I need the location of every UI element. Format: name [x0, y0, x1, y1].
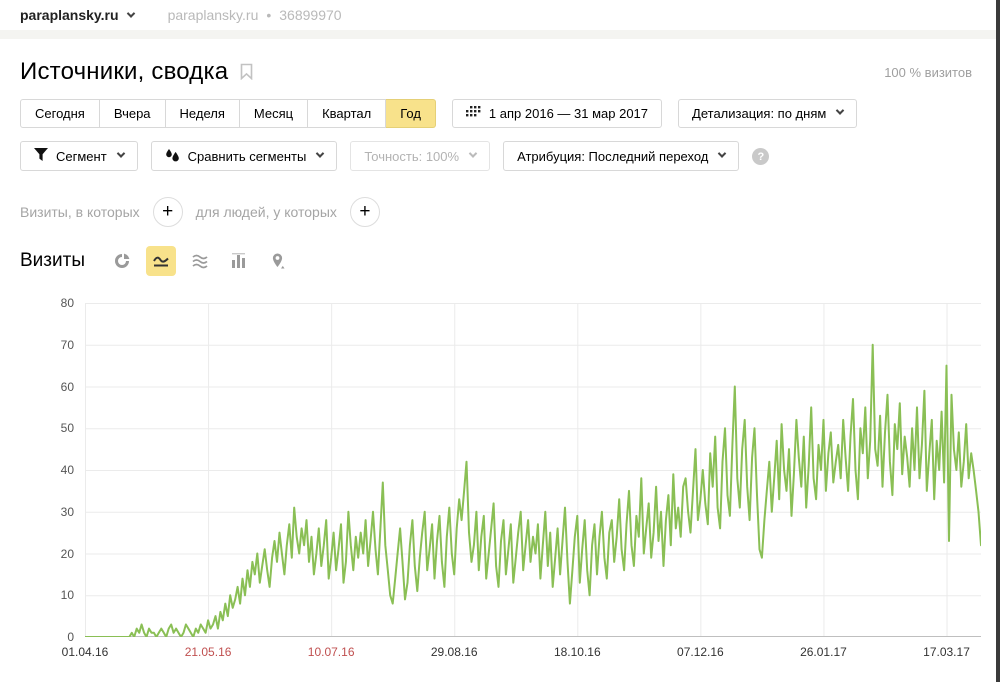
window-edge-strip [996, 0, 1000, 682]
chevron-down-icon [316, 149, 324, 157]
visits-chart: 0 10 20 30 40 50 60 70 80 01.04.16 21.05.16 10.07.… [0, 295, 996, 675]
x-tick-label: 29.08.16 [431, 645, 478, 659]
y-tick-label: 30 [14, 505, 74, 519]
x-tick-label: 01.04.16 [62, 645, 109, 659]
tab-period[interactable]: Год [386, 99, 436, 128]
chart-type-line-icon[interactable] [146, 246, 176, 276]
chart-type-columns-icon[interactable] [224, 246, 254, 276]
y-tick-label: 50 [14, 421, 74, 435]
calendar-grid-icon [466, 106, 481, 121]
add-people-condition-button[interactable]: + [350, 197, 380, 227]
topbar-divider [0, 30, 1000, 39]
segment-dropdown[interactable]: Сегмент [20, 141, 138, 171]
x-tick-label: 17.03.17 [923, 645, 970, 659]
segment-label: Сегмент [56, 149, 107, 164]
metric-title: Визиты [20, 250, 85, 272]
y-tick-label: 40 [14, 463, 74, 477]
x-tick-label: 26.01.17 [800, 645, 847, 659]
visits-condition-label: Визиты, в которых [20, 204, 140, 220]
y-tick-label: 0 [14, 630, 74, 644]
metric-header: Визиты [20, 246, 302, 276]
chevron-down-icon [126, 9, 134, 17]
header: Источники, сводка 100 % визитов [20, 54, 980, 90]
y-tick-label: 10 [14, 588, 74, 602]
chart-type-stacked-icon[interactable] [185, 246, 215, 276]
droplets-icon [165, 148, 180, 165]
x-tick-label: 10.07.16 [308, 645, 355, 659]
counter-domain: paraplansky.ru [168, 7, 259, 23]
y-tick-label: 70 [14, 338, 74, 352]
tab-period[interactable]: Месяц [240, 99, 308, 128]
x-tick-label: 07.12.16 [677, 645, 724, 659]
y-tick-label: 80 [14, 296, 74, 310]
counter-meta: paraplansky.ru • 36899970 [168, 7, 342, 23]
visits-share-label: 100 % визитов [884, 65, 972, 80]
compare-segments-dropdown[interactable]: Сравнить сегменты [151, 141, 338, 171]
attribution-label: Атрибуция: Последний переход [517, 149, 708, 164]
x-tick-label: 18.10.16 [554, 645, 601, 659]
tab-period[interactable]: Сегодня [20, 99, 100, 128]
y-tick-label: 20 [14, 547, 74, 561]
chart-type-pie-icon[interactable] [107, 246, 137, 276]
attribution-dropdown[interactable]: Атрибуция: Последний переход [503, 141, 739, 171]
detail-label: Детализация: по дням [692, 106, 826, 121]
bullet-separator: • [266, 7, 271, 23]
chevron-down-icon [718, 149, 726, 157]
tab-period[interactable]: Вчера [100, 99, 166, 128]
detail-dropdown[interactable]: Детализация: по дням [678, 99, 857, 128]
date-range-label: 1 апр 2016 — 31 мар 2017 [489, 106, 648, 121]
chart-type-switcher [107, 246, 302, 276]
people-condition-label: для людей, у которых [196, 204, 337, 220]
tab-period[interactable]: Неделя [166, 99, 240, 128]
add-visit-condition-button[interactable]: + [153, 197, 183, 227]
counter-id: 36899970 [279, 7, 341, 23]
accuracy-label: Точность: 100% [364, 149, 459, 164]
funnel-icon [34, 148, 48, 164]
compare-segments-label: Сравнить сегменты [188, 149, 307, 164]
segment-builder: Визиты, в которых + для людей, у которых… [20, 197, 380, 227]
topbar: paraplansky.ru paraplansky.ru • 36899970 [0, 0, 1000, 30]
counter-selector-label: paraplansky.ru [20, 7, 119, 23]
tab-period[interactable]: Квартал [308, 99, 386, 128]
period-row: СегодняВчераНеделяМесяцКварталГод 1 апр … [20, 99, 857, 128]
period-tabs: СегодняВчераНеделяМесяцКварталГод [20, 99, 436, 128]
counter-selector[interactable]: paraplansky.ru [20, 7, 134, 23]
chevron-down-icon [469, 149, 477, 157]
x-tick-label: 21.05.16 [185, 645, 232, 659]
bookmark-icon[interactable] [240, 63, 253, 85]
chart-plot[interactable] [85, 303, 981, 637]
filters-row: Сегмент Сравнить сегменты Точность: 100%… [20, 141, 769, 171]
accuracy-dropdown: Точность: 100% [350, 141, 490, 171]
help-icon[interactable]: ? [752, 148, 769, 165]
chevron-down-icon [116, 149, 124, 157]
app-root: paraplansky.ru paraplansky.ru • 36899970… [0, 0, 1000, 682]
page-title: Источники, сводка [20, 58, 228, 86]
date-range-button[interactable]: 1 апр 2016 — 31 мар 2017 [452, 99, 662, 128]
y-tick-label: 60 [14, 380, 74, 394]
chevron-down-icon [836, 106, 844, 114]
chart-type-map-icon[interactable] [263, 246, 293, 276]
